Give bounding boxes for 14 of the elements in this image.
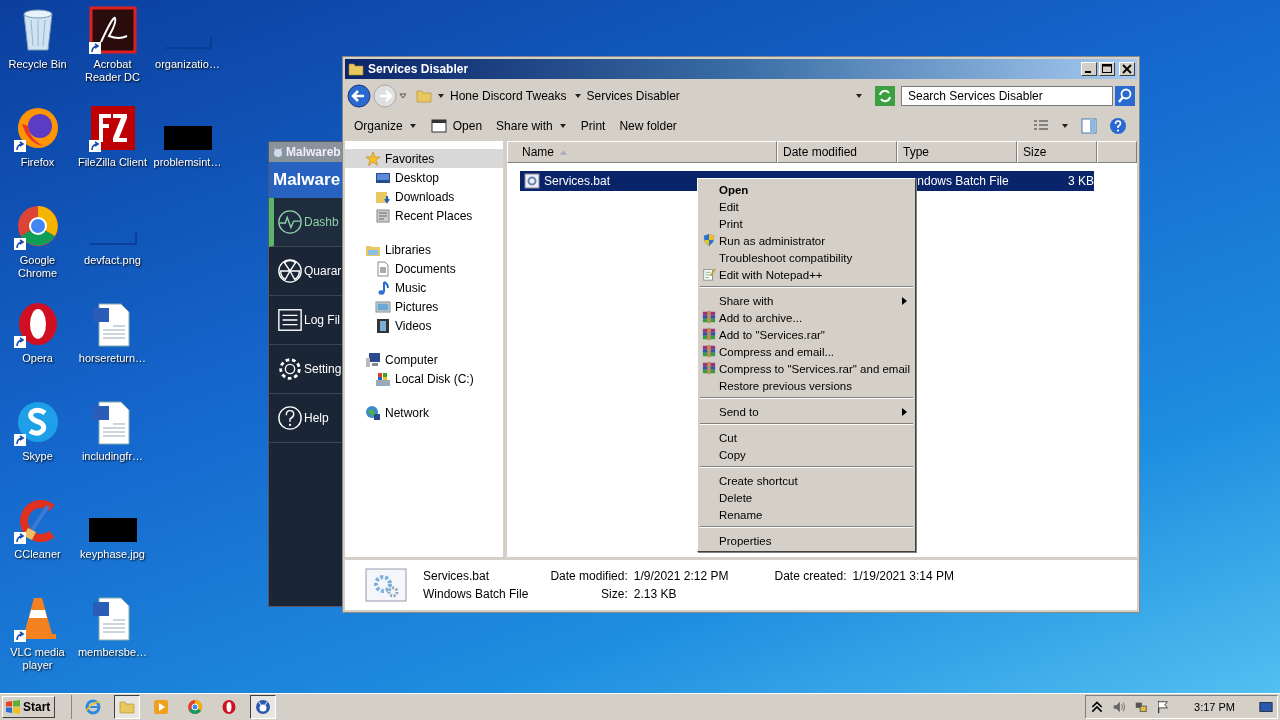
file-type: Windows Batch File (423, 587, 529, 601)
detail-value: 1/9/2021 2:12 PM (633, 569, 729, 583)
detail-label: Date modified: (550, 569, 628, 583)
detail-value: 2.13 KB (633, 587, 678, 601)
window-title: Services Disabler (368, 62, 469, 76)
file-name: Services.bat (544, 174, 611, 188)
file-size: 3 KB (1067, 174, 1094, 188)
file-type: ndows Batch File (917, 174, 1009, 188)
app-logo: Malware (273, 170, 341, 190)
detail-label: Size: (600, 587, 628, 601)
detail-label: Date created: (774, 569, 847, 583)
file-name: Services.bat (423, 569, 491, 583)
window-title: Malwareb (286, 145, 341, 159)
detail-value: 1/19/2021 3:14 PM (852, 569, 954, 583)
